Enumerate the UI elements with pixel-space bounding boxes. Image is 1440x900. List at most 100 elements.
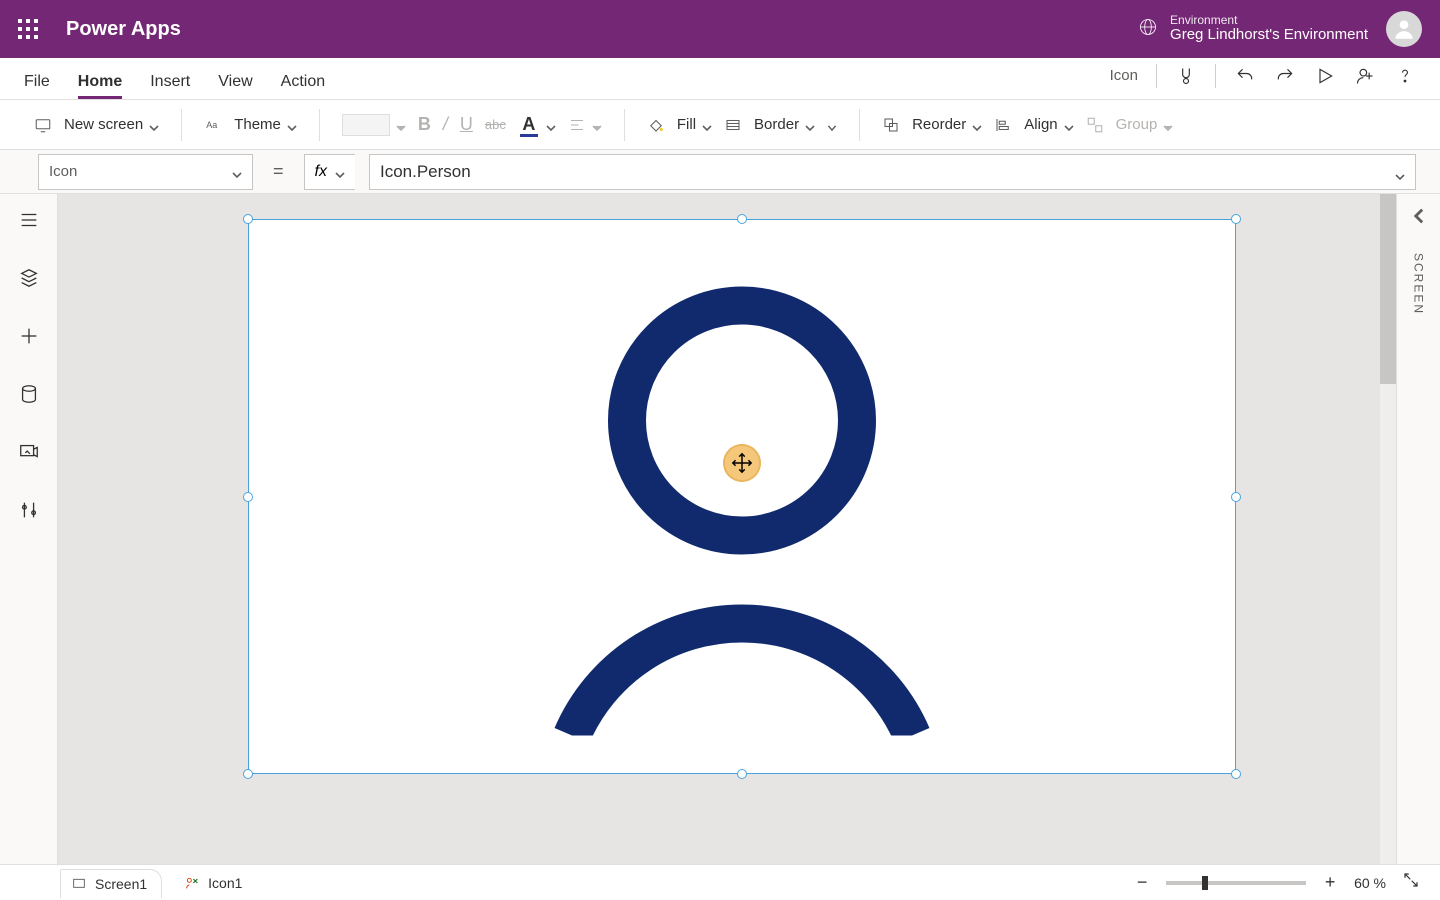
menu-file[interactable]: File bbox=[24, 73, 50, 99]
svg-text:Aa: Aa bbox=[206, 120, 217, 130]
formula-input[interactable]: Icon.Person bbox=[369, 154, 1416, 190]
group-label: Group bbox=[1116, 116, 1158, 133]
italic-button: / bbox=[443, 114, 448, 135]
resize-handle[interactable] bbox=[243, 769, 253, 779]
chevron-down-icon bbox=[702, 120, 712, 130]
bold-button: B bbox=[418, 114, 431, 135]
resize-handle[interactable] bbox=[243, 492, 253, 502]
resize-handle[interactable] bbox=[737, 769, 747, 779]
environment-label: Environment bbox=[1170, 14, 1368, 27]
group-button: Group bbox=[1116, 116, 1174, 133]
title-bar: Power Apps Environment Greg Lindhorst's … bbox=[0, 0, 1440, 58]
undo-icon[interactable] bbox=[1234, 65, 1256, 87]
zoom-slider[interactable] bbox=[1166, 881, 1306, 885]
properties-panel-label: SCREEN bbox=[1412, 253, 1426, 315]
environment-switcher[interactable]: Environment Greg Lindhorst's Environment bbox=[1138, 14, 1368, 44]
breadcrumb-selected-label: Icon1 bbox=[208, 875, 242, 891]
menu-action[interactable]: Action bbox=[281, 73, 325, 99]
resize-handle[interactable] bbox=[1231, 769, 1241, 779]
fx-icon: fx bbox=[315, 163, 327, 181]
menu-view[interactable]: View bbox=[218, 73, 252, 99]
resize-handle[interactable] bbox=[243, 214, 253, 224]
media-icon[interactable] bbox=[17, 440, 41, 464]
breadcrumb-selected[interactable]: Icon1 bbox=[184, 875, 242, 891]
reorder-label: Reorder bbox=[912, 116, 966, 133]
zoom-in-button[interactable]: + bbox=[1322, 872, 1338, 893]
tree-view-icon[interactable] bbox=[17, 266, 41, 290]
chevron-down-icon bbox=[1064, 120, 1074, 130]
canvas-area[interactable] bbox=[58, 194, 1396, 864]
redo-icon[interactable] bbox=[1274, 65, 1296, 87]
reorder-icon bbox=[882, 116, 900, 134]
equals-sign: = bbox=[267, 161, 290, 182]
menu-insert[interactable]: Insert bbox=[150, 73, 190, 99]
left-rail bbox=[0, 194, 58, 864]
resize-handle[interactable] bbox=[1231, 214, 1241, 224]
icon-control-icon bbox=[184, 875, 200, 891]
advanced-tools-icon[interactable] bbox=[17, 498, 41, 522]
selected-icon-control[interactable] bbox=[248, 219, 1236, 774]
workspace: SCREEN bbox=[0, 194, 1440, 864]
text-align-button bbox=[568, 116, 602, 134]
border-label: Border bbox=[754, 116, 799, 133]
zoom-out-button[interactable]: − bbox=[1134, 872, 1150, 893]
resize-handle[interactable] bbox=[737, 214, 747, 224]
help-icon[interactable] bbox=[1394, 65, 1416, 87]
fill-label: Fill bbox=[677, 116, 696, 133]
vertical-scrollbar-thumb[interactable] bbox=[1380, 194, 1396, 384]
formula-bar: Icon = fx Icon.Person bbox=[0, 150, 1440, 194]
fill-button[interactable]: Fill bbox=[677, 116, 712, 133]
border-button[interactable]: Border bbox=[754, 116, 815, 133]
paint-bucket-icon bbox=[647, 116, 665, 134]
properties-panel-collapsed[interactable]: SCREEN bbox=[1396, 194, 1440, 864]
chevron-down-icon bbox=[805, 120, 815, 130]
chevron-left-icon bbox=[1411, 208, 1427, 229]
font-picker bbox=[342, 114, 406, 136]
menu-bar: File Home Insert View Action Icon bbox=[0, 58, 1440, 100]
border-icon bbox=[724, 116, 742, 134]
breadcrumb-screen[interactable]: Screen1 bbox=[60, 869, 162, 898]
user-avatar[interactable] bbox=[1386, 11, 1422, 47]
move-cursor-icon bbox=[723, 444, 761, 482]
status-bar: Screen1 Icon1 − + 60 % bbox=[0, 864, 1440, 900]
fit-to-screen-icon[interactable] bbox=[1402, 871, 1420, 894]
app-checker-icon[interactable] bbox=[1175, 65, 1197, 87]
reorder-button[interactable]: Reorder bbox=[912, 116, 982, 133]
theme-label: Theme bbox=[234, 116, 281, 133]
align-button[interactable]: Align bbox=[1024, 116, 1073, 133]
chevron-down-icon bbox=[1395, 167, 1405, 177]
chevron-down-icon bbox=[149, 120, 159, 130]
text-align-icon bbox=[568, 116, 586, 134]
app-launcher-icon[interactable] bbox=[18, 19, 38, 39]
new-screen-button[interactable]: New screen bbox=[64, 116, 159, 133]
screen-icon bbox=[71, 876, 87, 892]
chevron-down-icon bbox=[232, 167, 242, 177]
fx-expand-button[interactable]: fx bbox=[304, 154, 355, 190]
theme-icon: Aa bbox=[204, 116, 222, 134]
resize-handle[interactable] bbox=[1231, 492, 1241, 502]
chevron-down-icon bbox=[546, 120, 556, 130]
property-selector-value: Icon bbox=[49, 163, 77, 180]
group-icon bbox=[1086, 116, 1104, 134]
screen-icon bbox=[34, 116, 52, 134]
play-preview-icon[interactable] bbox=[1314, 65, 1336, 87]
font-swatch bbox=[342, 114, 390, 136]
property-selector[interactable]: Icon bbox=[38, 154, 253, 190]
data-icon[interactable] bbox=[17, 382, 41, 406]
font-color-icon: A bbox=[518, 114, 540, 135]
share-icon[interactable] bbox=[1354, 65, 1376, 87]
hamburger-icon[interactable] bbox=[17, 208, 41, 232]
align-icon bbox=[994, 116, 1012, 134]
zoom-percent: 60 % bbox=[1354, 875, 1386, 891]
person-icon bbox=[532, 275, 952, 740]
font-color-button[interactable]: A bbox=[518, 114, 556, 135]
format-overflow[interactable] bbox=[827, 120, 837, 130]
context-label: Icon bbox=[1110, 67, 1138, 84]
theme-button[interactable]: Theme bbox=[234, 116, 297, 133]
breadcrumb-screen-label: Screen1 bbox=[95, 876, 147, 892]
underline-button: U bbox=[460, 114, 473, 135]
menu-home[interactable]: Home bbox=[78, 73, 122, 99]
chevron-down-icon bbox=[287, 120, 297, 130]
insert-plus-icon[interactable] bbox=[17, 324, 41, 348]
zoom-slider-thumb[interactable] bbox=[1202, 876, 1208, 890]
